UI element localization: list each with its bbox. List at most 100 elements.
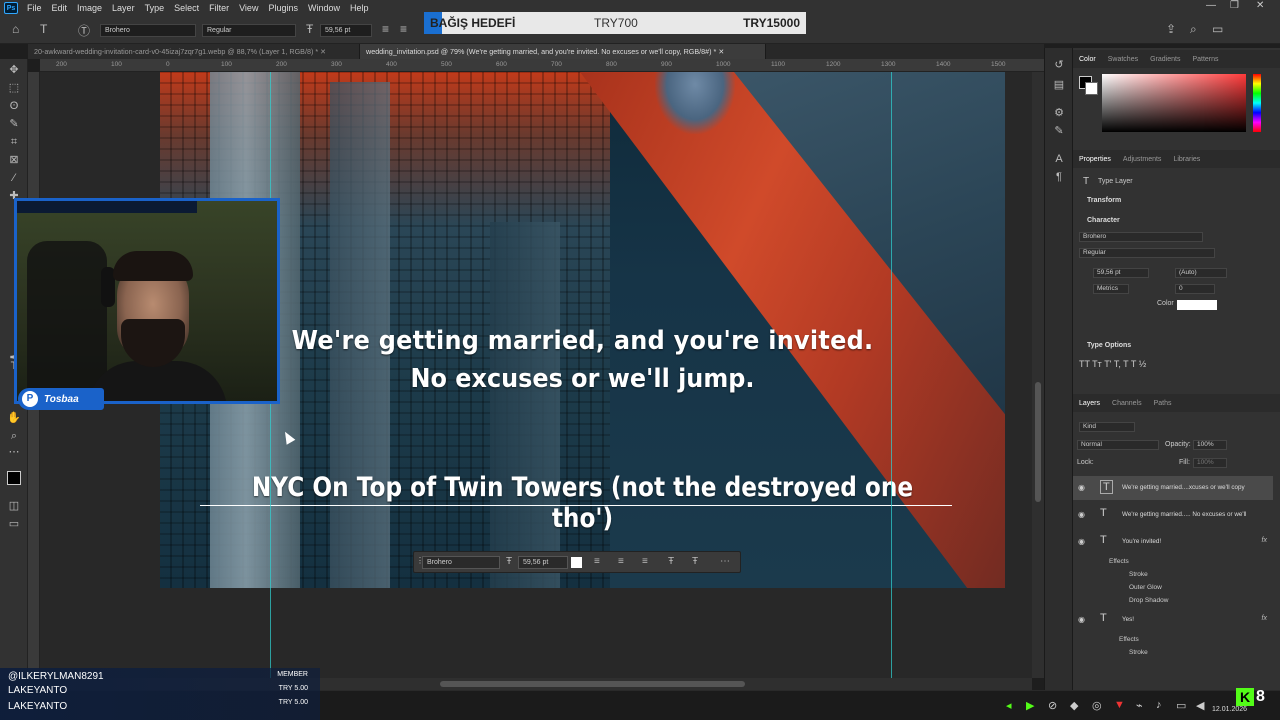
tab-layers[interactable]: Layers [1073, 400, 1106, 407]
microphone-icon[interactable]: ♪ [1156, 699, 1162, 711]
blend-mode-select[interactable]: Normal [1077, 440, 1159, 450]
character-section[interactable]: Character [1087, 217, 1120, 224]
align-center-icon[interactable]: ≡ [618, 556, 624, 567]
fx-icon[interactable]: fx [1262, 537, 1267, 544]
menu-view[interactable]: View [234, 3, 263, 13]
tab-paths[interactable]: Paths [1148, 400, 1178, 407]
paragraph-icon[interactable]: ¶ [1052, 170, 1066, 184]
search-icon[interactable]: ⌕ [1190, 22, 1197, 37]
invitation-line-3[interactable]: NYC On Top of Twin Towers (not the destr… [219, 472, 946, 534]
invitation-line-2[interactable]: No excuses or we'll jump. [194, 364, 971, 394]
play-icon[interactable]: ▶ [1026, 699, 1034, 712]
eye-icon[interactable]: ◉ [1078, 615, 1085, 624]
type-options-buttons[interactable]: TT Tт T' T, T T ½ [1079, 359, 1146, 369]
ctx-color-swatch[interactable] [571, 557, 582, 568]
app-icon[interactable]: ◂ [1006, 699, 1012, 712]
transform-section[interactable]: Transform [1087, 197, 1121, 204]
invitation-line-1[interactable]: We're getting married, and you're invite… [194, 326, 971, 356]
effect-item[interactable]: Drop Shadow [1129, 597, 1168, 604]
menu-layer[interactable]: Layer [107, 3, 140, 13]
close-icon[interactable]: ✕ [1256, 0, 1264, 11]
align-left-icon[interactable]: ≡ [594, 556, 600, 567]
tab-webp-image[interactable]: 20-awkward-wedding-invitation-card-v0-45… [28, 44, 360, 59]
minimize-icon[interactable]: — [1206, 0, 1216, 11]
lasso-tool-icon[interactable]: ʘ [7, 99, 21, 113]
tab-patterns[interactable]: Patterns [1186, 56, 1224, 63]
align-left-icon[interactable]: ≡ [382, 22, 389, 36]
fill-field[interactable]: 100% [1193, 458, 1227, 468]
crop-tool-icon[interactable]: ⌗ [7, 135, 21, 149]
tab-wedding-invitation[interactable]: wedding_invitation.psd @ 79% (We're gett… [360, 44, 766, 59]
home-icon[interactable]: ⌂ [12, 22, 19, 36]
maximize-icon[interactable]: ❐ [1230, 0, 1239, 11]
layer-row[interactable]: ◉ T Yes! fx [1073, 608, 1273, 632]
volume-icon[interactable]: ◀ [1196, 699, 1204, 712]
ctx-font-select[interactable]: Brohero [422, 556, 500, 569]
brush-settings-icon[interactable]: ✎ [1052, 124, 1066, 138]
menu-help[interactable]: Help [345, 3, 374, 13]
color-picker-field[interactable] [1102, 74, 1246, 132]
text-options-icon[interactable]: Ŧ [692, 556, 698, 567]
adjustments-icon[interactable]: ⚙ [1052, 106, 1066, 120]
font-size-field[interactable]: 59,56 pt [320, 24, 372, 37]
menu-file[interactable]: File [22, 3, 47, 13]
char-size-field[interactable]: 59,56 pt [1093, 268, 1149, 278]
guide-line[interactable] [891, 72, 892, 678]
type-tool-icon[interactable]: T [40, 22, 47, 36]
menu-type[interactable]: Type [140, 3, 170, 13]
menu-filter[interactable]: Filter [204, 3, 234, 13]
effect-item[interactable]: Outer Glow [1129, 584, 1162, 591]
char-leading-field[interactable]: (Auto) [1175, 268, 1227, 278]
align-center-icon[interactable]: ≡ [400, 22, 407, 36]
layer-row[interactable]: ◉ T We're getting married..... No excuse… [1073, 503, 1273, 527]
quick-mask-icon[interactable]: ◫ [7, 499, 21, 513]
menu-image[interactable]: Image [72, 3, 107, 13]
tab-swatches[interactable]: Swatches [1102, 56, 1144, 63]
scroll-thumb[interactable] [440, 681, 745, 687]
workspace-icon[interactable]: ▭ [1212, 22, 1223, 36]
layer-kind-filter[interactable]: Kind [1079, 422, 1135, 432]
comments-icon[interactable]: ▤ [1052, 78, 1066, 92]
app-icon[interactable]: ▼ [1114, 699, 1125, 711]
effects-label[interactable]: Effects [1119, 636, 1139, 643]
tab-channels[interactable]: Channels [1106, 400, 1148, 407]
text-orientation-icon[interactable]: Ⓣ [78, 22, 90, 39]
eyedropper-icon[interactable]: ⁄ [7, 171, 21, 185]
opacity-field[interactable]: 100% [1193, 440, 1227, 450]
type-options-section[interactable]: Type Options [1087, 342, 1131, 349]
zoom-tool-icon[interactable]: ⌕ [7, 429, 21, 443]
tab-gradients[interactable]: Gradients [1144, 56, 1186, 63]
share-icon[interactable]: ⇪ [1166, 22, 1176, 36]
more-tools-icon[interactable]: ⋯ [7, 445, 21, 459]
layer-row[interactable]: ◉ T You're invited! fx [1073, 530, 1273, 554]
eye-icon[interactable]: ◉ [1078, 537, 1085, 546]
hand-tool-icon[interactable]: ✋ [7, 411, 21, 425]
effect-item[interactable]: Stroke [1129, 649, 1148, 656]
scroll-thumb[interactable] [1035, 382, 1041, 502]
ctx-size-field[interactable]: 59,56 pt [518, 556, 568, 569]
warp-text-icon[interactable]: Ŧ [668, 556, 674, 567]
marquee-tool-icon[interactable]: ⬚ [7, 81, 21, 95]
app-icon[interactable]: ◆ [1070, 699, 1078, 712]
app-icon[interactable]: ⊘ [1048, 699, 1057, 712]
artwork-image[interactable]: We're getting married, and you're invite… [160, 72, 1005, 588]
quick-select-icon[interactable]: ✎ [7, 117, 21, 131]
char-kerning-field[interactable]: Metrics [1093, 284, 1129, 294]
menu-select[interactable]: Select [169, 3, 204, 13]
char-tracking-field[interactable]: 0 [1175, 284, 1215, 294]
effects-label[interactable]: Effects [1109, 558, 1129, 565]
vertical-scrollbar[interactable] [1032, 72, 1044, 678]
eye-icon[interactable]: ◉ [1078, 483, 1085, 492]
menu-edit[interactable]: Edit [47, 3, 73, 13]
fx-icon[interactable]: fx [1262, 615, 1267, 622]
frame-tool-icon[interactable]: ⊠ [7, 153, 21, 167]
char-style-select[interactable]: Regular [1079, 248, 1215, 258]
align-right-icon[interactable]: ≡ [642, 556, 648, 567]
tab-adjustments[interactable]: Adjustments [1117, 156, 1168, 163]
eye-icon[interactable]: ◉ [1078, 510, 1085, 519]
layer-row[interactable]: ◉ T We're getting married....xcuses or w… [1073, 476, 1273, 500]
tab-color[interactable]: Color [1073, 56, 1102, 63]
char-color-swatch[interactable] [1177, 300, 1217, 310]
move-tool-icon[interactable]: ✥ [7, 63, 21, 77]
network-icon[interactable]: ⌁ [1136, 699, 1143, 712]
